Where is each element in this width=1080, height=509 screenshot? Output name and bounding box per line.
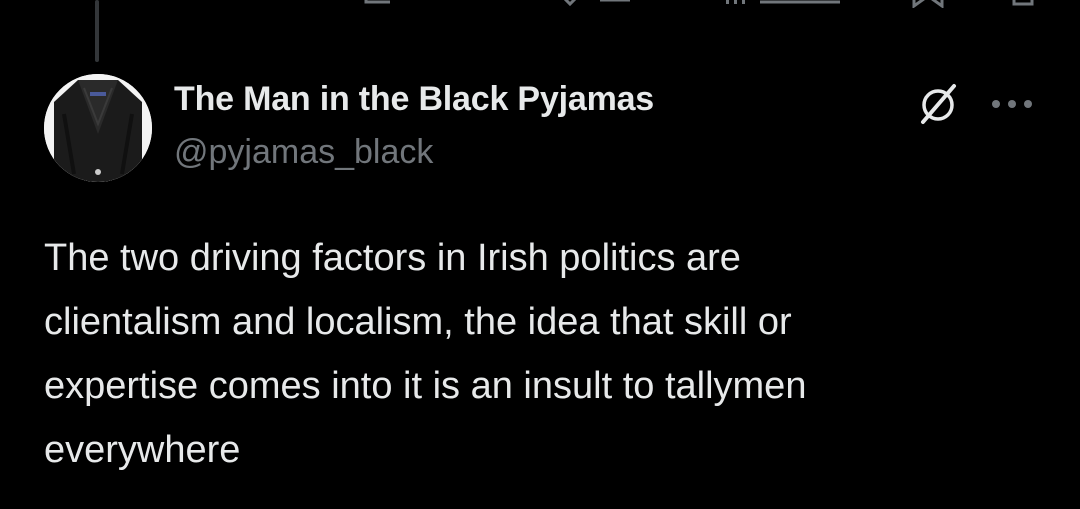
bookmark-icon[interactable] xyxy=(908,0,948,8)
views-icon[interactable] xyxy=(720,0,850,8)
share-icon[interactable] xyxy=(1008,0,1038,8)
avatar-image xyxy=(44,74,152,182)
more-icon[interactable] xyxy=(984,80,1040,128)
reply-icon[interactable] xyxy=(190,0,230,8)
author-name[interactable]: The Man in the Black Pyjamas xyxy=(174,80,654,119)
grok-icon[interactable] xyxy=(914,80,962,128)
retweet-icon[interactable] xyxy=(360,0,420,8)
previous-tweet-action-bar xyxy=(0,0,1080,8)
like-icon[interactable] xyxy=(550,0,640,8)
thread-connector-line xyxy=(95,0,99,62)
author-handle[interactable]: @pyjamas_black xyxy=(174,133,433,172)
tweet-text: The two driving factors in Irish politic… xyxy=(44,237,807,471)
avatar[interactable] xyxy=(44,74,152,182)
